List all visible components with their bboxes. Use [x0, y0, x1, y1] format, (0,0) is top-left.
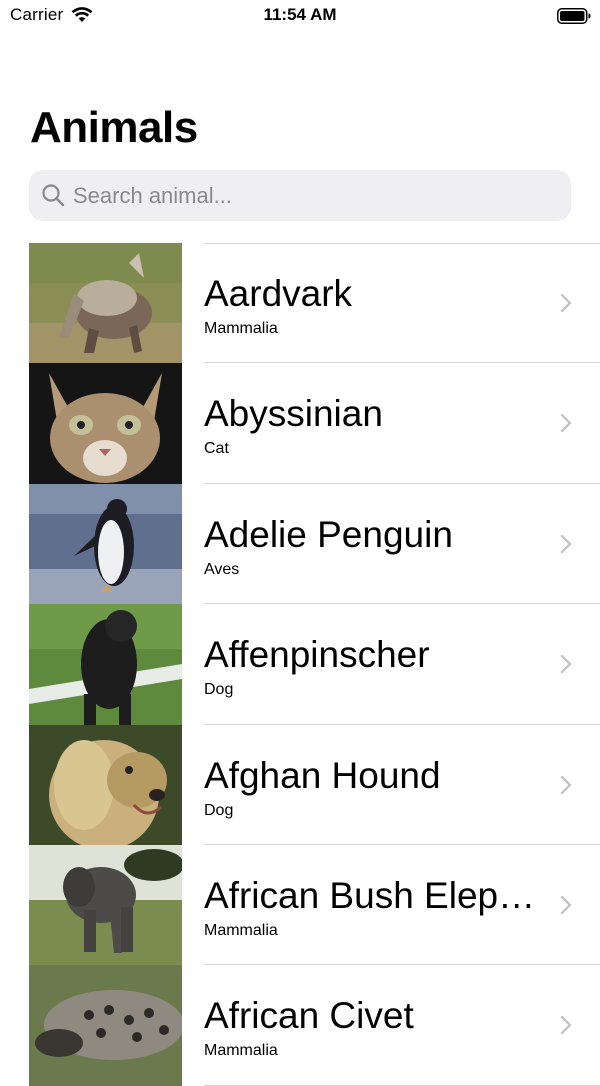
- animal-name: African Civet: [204, 995, 414, 1037]
- search-bar[interactable]: [29, 170, 571, 221]
- chevron-right-icon: [560, 534, 572, 554]
- chevron-right-icon: [560, 654, 572, 674]
- chevron-right-icon: [560, 895, 572, 915]
- animal-row-abyssinian[interactable]: Abyssinian Cat: [0, 363, 600, 484]
- adelie-penguin-photo: [29, 483, 182, 605]
- animal-row-adelie-penguin[interactable]: Adelie Penguin Aves: [0, 483, 600, 605]
- animal-name: Afghan Hound: [204, 754, 441, 796]
- affenpinscher-dog-photo: [29, 604, 182, 725]
- chevron-right-icon: [560, 293, 572, 313]
- abyssinian-cat-photo: [29, 363, 182, 484]
- animal-class: Cat: [204, 440, 229, 458]
- chevron-right-icon: [560, 775, 572, 795]
- aardvark-photo: [29, 243, 182, 364]
- animal-class: Mammalia: [204, 1042, 278, 1060]
- animal-name: Adelie Penguin: [204, 513, 453, 555]
- chevron-right-icon: [560, 1015, 572, 1035]
- search-input[interactable]: [73, 170, 553, 221]
- animal-row-affenpinscher[interactable]: Affenpinscher Dog: [0, 604, 600, 725]
- african-civet-photo: [29, 965, 182, 1086]
- animal-name: African Bush Elephant: [204, 874, 540, 916]
- animal-class: Mammalia: [204, 921, 278, 939]
- animal-class: Dog: [204, 801, 234, 819]
- animal-name: Affenpinscher: [204, 634, 430, 676]
- animal-name: Abyssinian: [204, 393, 383, 435]
- animal-row-aardvark[interactable]: Aardvark Mammalia: [0, 243, 600, 364]
- animal-name: Aardvark: [204, 273, 353, 314]
- animal-row-african-bush-elephant[interactable]: African Bush Elephant Mammalia: [0, 844, 600, 966]
- search-icon: [41, 183, 65, 207]
- animal-class: Aves: [204, 560, 240, 578]
- battery-icon: [557, 8, 591, 24]
- page-title: Animals: [30, 103, 198, 152]
- animal-class: Mammalia: [204, 320, 278, 337]
- status-time: 11:54 AM: [263, 5, 337, 24]
- status-bar: Carrier 11:54 AM: [0, 0, 600, 32]
- african-bush-elephant-photo: [29, 844, 182, 966]
- animal-class: Dog: [204, 681, 234, 699]
- afghan-hound-photo: [29, 724, 182, 845]
- animal-row-african-civet[interactable]: African Civet Mammalia: [0, 965, 600, 1086]
- animal-list: Aardvark Mammalia Abyssinian Cat Adelie …: [0, 243, 600, 1086]
- chevron-right-icon: [560, 413, 572, 433]
- animal-row-afghan-hound[interactable]: Afghan Hound Dog: [0, 724, 600, 845]
